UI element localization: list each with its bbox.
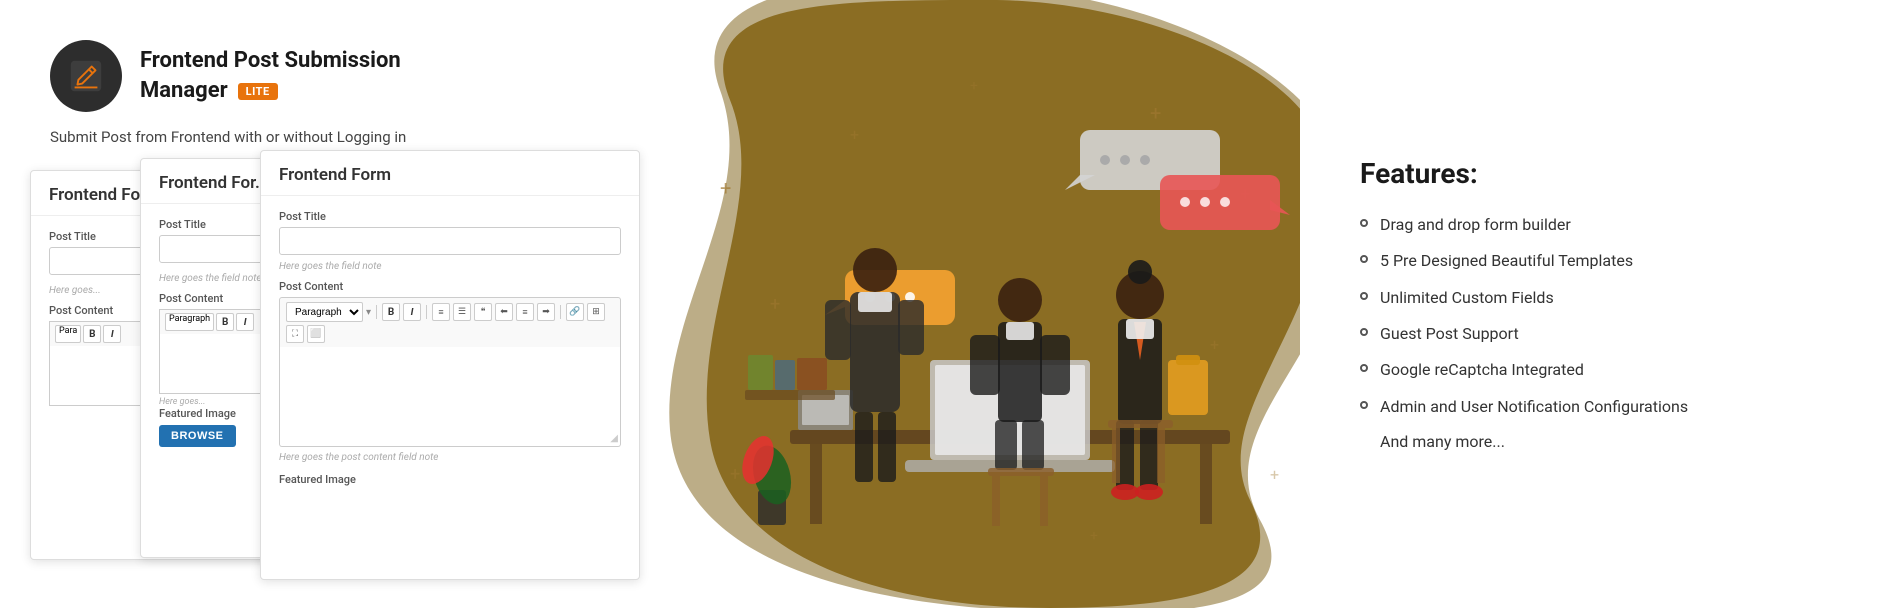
align-left-btn[interactable]: ⬅: [495, 303, 513, 321]
resize-handle-3: ◢: [610, 433, 618, 444]
bold-btn-2: B: [216, 313, 234, 331]
feature-bullet-3: [1360, 292, 1368, 300]
right-section: Features: Drag and drop form builder 5 P…: [1300, 0, 1880, 608]
plugin-name-line1: Frontend Post Submission: [140, 48, 401, 74]
svg-text:+: +: [1210, 335, 1219, 354]
plugin-icon: [50, 40, 122, 112]
feature-bullet-5: [1360, 364, 1368, 372]
features-container: Features: Drag and drop form builder 5 P…: [1360, 157, 1820, 451]
plugin-subtitle: Submit Post from Frontend with or withou…: [50, 128, 650, 146]
svg-text:+: +: [1090, 528, 1098, 544]
bold-btn-1: B: [83, 325, 101, 343]
feature-more: And many more...: [1360, 432, 1820, 451]
plugin-name-line2: Manager: [140, 78, 228, 104]
feature-item-3: Unlimited Custom Fields: [1360, 287, 1820, 309]
feature-bullet-4: [1360, 328, 1368, 336]
link-btn[interactable]: 🔗: [566, 303, 584, 321]
feature-bullet-2: [1360, 255, 1368, 263]
feature-text-4: Guest Post Support: [1380, 323, 1519, 345]
paragraph-select-1: Para: [55, 325, 81, 343]
forms-stack: Frontend Form Post Title Here goes... Po…: [30, 150, 710, 610]
toolbar-divider-3: [560, 305, 561, 319]
field-note-3: Here goes the field note: [279, 261, 621, 272]
feature-item-2: 5 Pre Designed Beautiful Templates: [1360, 250, 1820, 272]
lite-badge: LITE: [238, 83, 278, 100]
svg-text:+: +: [770, 294, 780, 315]
table-btn[interactable]: ⊞: [587, 303, 605, 321]
feature-text-3: Unlimited Custom Fields: [1380, 287, 1554, 309]
svg-text:+: +: [1270, 465, 1279, 484]
feature-item-1: Drag and drop form builder: [1360, 214, 1820, 236]
form-card-3-title: Frontend Form: [261, 151, 639, 196]
feature-text-2: 5 Pre Designed Beautiful Templates: [1380, 250, 1633, 272]
section-label-content-3: Post Content: [279, 280, 621, 293]
ol-btn[interactable]: ☰: [453, 303, 471, 321]
browse-btn-2[interactable]: BROWSE: [159, 425, 236, 447]
code-btn[interactable]: ⬜: [307, 325, 325, 343]
features-title: Features:: [1360, 157, 1820, 190]
blockquote-btn[interactable]: ❝: [474, 303, 492, 321]
svg-text:+: +: [970, 78, 978, 94]
toolbar-divider-2: [426, 305, 427, 319]
form-card-front: Frontend Form Post Title Here goes the f…: [260, 150, 640, 580]
align-right-btn[interactable]: ➡: [537, 303, 555, 321]
svg-text:+: +: [730, 464, 740, 485]
field-label-title-3: Post Title: [279, 210, 621, 223]
italic-btn-3[interactable]: I: [403, 303, 421, 321]
feature-item-6: Admin and User Notification Configuratio…: [1360, 396, 1820, 418]
para-note-3: Here goes the post content field note: [279, 452, 621, 463]
fullscreen-btn[interactable]: ⛶: [286, 325, 304, 343]
feature-item-5: Google reCaptcha Integrated: [1360, 359, 1820, 381]
paragraph-dropdown[interactable]: Paragraph: [286, 302, 363, 322]
bold-btn-3[interactable]: B: [382, 303, 400, 321]
italic-btn-2: I: [236, 313, 254, 331]
feature-bullet-1: [1360, 219, 1368, 227]
svg-text:+: +: [850, 125, 859, 144]
dropdown-arrow: ▾: [366, 307, 371, 318]
ul-btn[interactable]: ≡: [432, 303, 450, 321]
italic-btn-1: I: [103, 325, 121, 343]
svg-text:+: +: [1150, 101, 1161, 125]
feature-bullet-6: [1360, 401, 1368, 409]
featured-img-label-3: Featured Image: [279, 473, 621, 486]
editor-toolbar-3: Paragraph ▾ B I ≡ ☰ ❝ ⬅ ≡ ➡ 🔗 ⊞ ⛶ ⬜: [279, 297, 621, 347]
feature-text-1: Drag and drop form builder: [1380, 214, 1571, 236]
editor-area-3[interactable]: ◢: [279, 347, 621, 447]
feature-text-6: Admin and User Notification Configuratio…: [1380, 396, 1688, 418]
svg-text:+: +: [720, 176, 731, 200]
align-center-btn[interactable]: ≡: [516, 303, 534, 321]
feature-text-5: Google reCaptcha Integrated: [1380, 359, 1584, 381]
plugin-header: Frontend Post Submission Manager LITE: [50, 40, 650, 112]
form-card-3-body: Post Title Here goes the field note Post…: [261, 196, 639, 504]
toolbar-divider-1: [376, 305, 377, 319]
paragraph-select-2: Paragraph: [165, 313, 214, 331]
feature-item-4: Guest Post Support: [1360, 323, 1820, 345]
field-input-title-3: [279, 227, 621, 255]
middle-section: + + + + + + + + + +: [650, 0, 1330, 608]
plugin-title-block: Frontend Post Submission Manager LITE: [140, 48, 401, 105]
